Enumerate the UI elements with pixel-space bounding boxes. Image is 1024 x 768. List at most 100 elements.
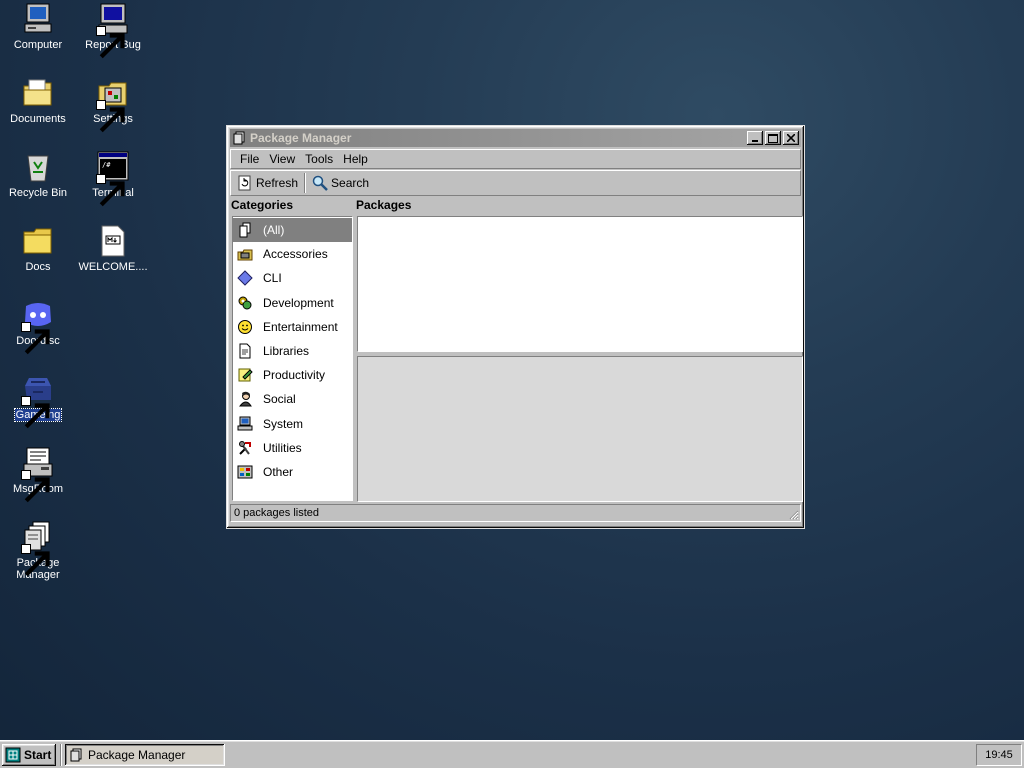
close-button[interactable] [783, 131, 799, 145]
category-label: Productivity [263, 368, 326, 383]
category-label: CLI [263, 271, 282, 286]
desktop-icon-docs[interactable]: Docs [1, 224, 75, 273]
productivity-icon [238, 368, 253, 382]
refresh-icon [238, 175, 251, 191]
menu-view[interactable]: View [264, 152, 300, 166]
search-icon [312, 175, 328, 191]
minimize-button[interactable] [747, 131, 763, 145]
category-label: Libraries [263, 344, 310, 359]
folder-icon [21, 224, 55, 258]
category-label: System [263, 416, 304, 431]
refresh-label: Refresh [256, 176, 299, 190]
desktop-icon-doordisc[interactable]: Doordisc [1, 298, 75, 355]
close-icon [787, 134, 795, 142]
cli-icon [237, 270, 253, 287]
package-manager-window[interactable]: Package Manager File View Tools Help Ref… [226, 125, 805, 529]
packages-header: Packages [356, 198, 412, 212]
refresh-button[interactable]: Refresh [233, 172, 302, 194]
toolbar: Refresh Search [230, 170, 801, 196]
clock[interactable]: 19:45 [985, 749, 1013, 761]
social-icon [238, 392, 252, 407]
start-label: Start [24, 747, 52, 762]
category-item-other[interactable]: Other [233, 460, 352, 484]
shortcut-arrow-icon [96, 100, 125, 133]
category-item-system[interactable]: System [233, 412, 352, 436]
development-icon [238, 296, 252, 310]
desktop-icon-welcome[interactable]: WELCOME.... [76, 224, 150, 273]
markdown-file-icon [96, 224, 130, 258]
utilities-icon [239, 440, 251, 455]
desktop-icon-label: Recycle Bin [8, 187, 68, 199]
category-item-accessories[interactable]: Accessories [233, 242, 352, 266]
documents-folder-icon [21, 76, 55, 110]
desktop-icon-label: Computer [13, 39, 63, 51]
toolbar-separator [304, 173, 307, 193]
system-tray: 19:45 [976, 743, 1022, 766]
status-text: 0 packages listed [234, 507, 319, 519]
package-manager-icon [21, 520, 55, 577]
taskbar-button-package-manager[interactable]: Package Manager [65, 743, 225, 766]
shortcut-arrow-icon [96, 26, 125, 59]
desktop-icon-computer[interactable]: Computer [1, 2, 75, 51]
desktop-icon-terminal[interactable]: /# Terminal [76, 150, 150, 207]
gameing-icon [21, 372, 55, 429]
taskbar-button-label: Package Manager [88, 747, 186, 762]
search-label: Search [331, 176, 370, 190]
msgroom-icon [21, 446, 55, 503]
report-bug-icon [96, 2, 130, 59]
system-icon [237, 416, 253, 431]
accessories-icon [237, 249, 253, 261]
status-bar: 0 packages listed [230, 504, 801, 522]
category-item-utilities[interactable]: Utilities [233, 436, 352, 460]
other-icon [237, 465, 253, 479]
shortcut-arrow-icon [21, 396, 50, 429]
panes: Categories Packages (All) Accessories CL… [230, 198, 803, 502]
category-item-all[interactable]: (All) [233, 218, 352, 243]
category-item-libraries[interactable]: Libraries [233, 339, 352, 363]
title-bar[interactable]: Package Manager [230, 129, 801, 147]
package-details-pane [357, 356, 803, 502]
maximize-button[interactable] [765, 131, 781, 145]
category-item-development[interactable]: Development [233, 291, 352, 315]
resize-grip-icon[interactable] [787, 508, 799, 520]
search-button[interactable]: Search [308, 172, 373, 194]
package-manager-icon [233, 131, 245, 145]
taskbar: Start Package Manager 19:45 [0, 740, 1024, 768]
desktop-icon-documents[interactable]: Documents [1, 76, 75, 125]
menu-file[interactable]: File [235, 152, 264, 166]
maximize-icon [768, 133, 778, 143]
window-title: Package Manager [250, 131, 352, 145]
packages-list[interactable] [357, 216, 803, 352]
menu-help[interactable]: Help [338, 152, 373, 166]
desktop-icon-gameing[interactable]: Gameing [1, 372, 75, 429]
svg-text:/#: /# [102, 161, 111, 169]
category-label: Entertainment [263, 319, 338, 334]
desktop-icon-msgroom[interactable]: MsgRoom [1, 446, 75, 503]
start-button[interactable]: Start [2, 744, 56, 766]
menu-tools[interactable]: Tools [300, 152, 338, 166]
category-item-entertainment[interactable]: Entertainment [233, 315, 352, 339]
menu-bar: File View Tools Help [230, 149, 801, 169]
categories-list[interactable]: (All) Accessories CLI Development Entert… [232, 216, 353, 501]
shortcut-arrow-icon [21, 322, 50, 355]
category-item-cli[interactable]: CLI [233, 266, 352, 290]
desktop-icon-settings[interactable]: Settings [76, 76, 150, 133]
taskbar-divider [60, 743, 62, 766]
package-manager-icon [70, 748, 82, 761]
desktop-icon-report-bug[interactable]: Report Bug [76, 2, 150, 59]
doordisc-icon [21, 298, 55, 355]
shortcut-arrow-icon [96, 174, 125, 207]
desktop-icon-label: Documents [10, 113, 66, 125]
desktop-icon-label: Docs [25, 261, 51, 273]
desktop-icon-package-manager[interactable]: Package Manager [1, 520, 75, 581]
category-item-social[interactable]: Social [233, 387, 352, 411]
category-item-productivity[interactable]: Productivity [233, 363, 352, 387]
desktop-icon-recycle-bin[interactable]: Recycle Bin [1, 150, 75, 199]
start-logo-icon [5, 747, 21, 762]
category-label: Social [263, 392, 296, 407]
libraries-icon [239, 343, 251, 359]
recycle-bin-icon [21, 150, 55, 184]
terminal-icon: /# [96, 150, 130, 207]
minimize-icon [752, 140, 758, 142]
shortcut-arrow-icon [21, 544, 50, 577]
